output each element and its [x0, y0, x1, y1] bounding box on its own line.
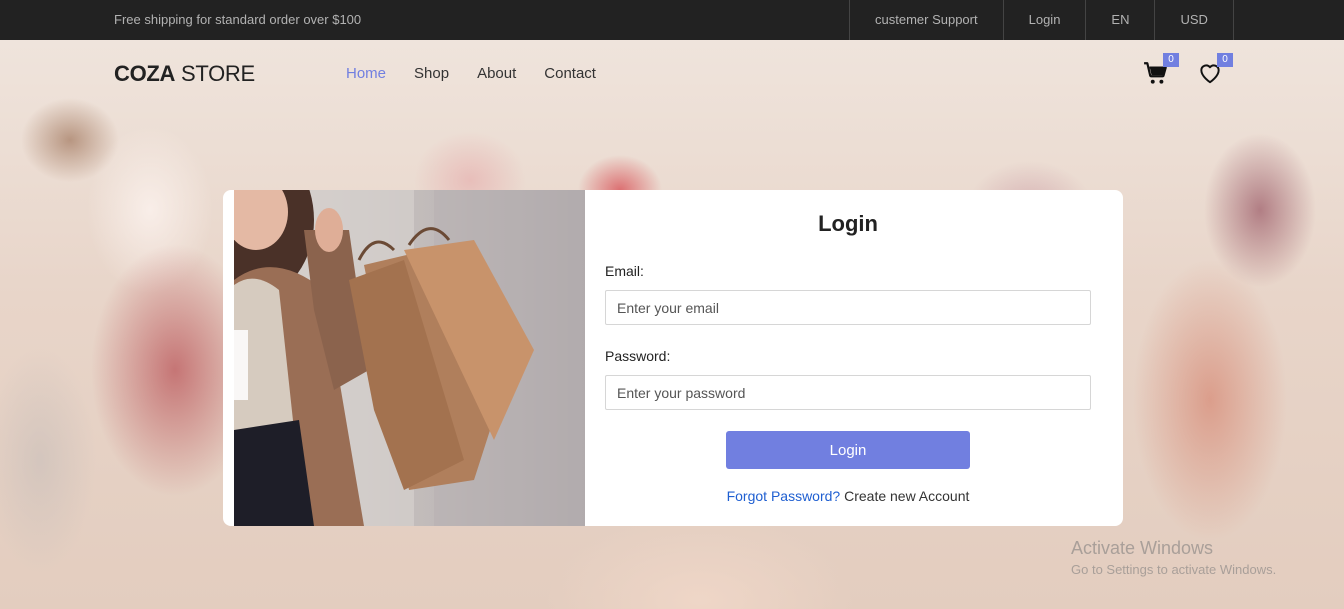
password-field[interactable] — [605, 375, 1091, 410]
wishlist-count-badge: 0 — [1217, 53, 1233, 67]
language-link[interactable]: EN — [1085, 0, 1154, 40]
watermark-subtitle: Go to Settings to activate Windows. — [1071, 562, 1277, 577]
shipping-promo: Free shipping for standard order over $1… — [114, 12, 362, 27]
login-card: Login Email: Password: Login Forgot Pass… — [223, 190, 1123, 526]
login-link[interactable]: Login — [1002, 0, 1086, 40]
nav-about[interactable]: About — [477, 65, 516, 82]
nav-contact[interactable]: Contact — [544, 65, 596, 82]
login-form: Login Email: Password: Login Forgot Pass… — [605, 190, 1091, 526]
main-menu: Home Shop About Contact — [346, 65, 596, 82]
cart-button[interactable]: 0 — [1143, 53, 1179, 86]
forgot-password-link[interactable]: Forgot Password? — [727, 488, 841, 504]
shopping-woman-image — [234, 190, 585, 526]
logo-rest: STORE — [175, 61, 255, 86]
login-submit-button[interactable]: Login — [726, 431, 970, 469]
login-title: Login — [818, 211, 878, 236]
main-navbar: COZA STORE Home Shop About Contact 0 0 — [0, 40, 1344, 106]
email-field[interactable] — [605, 290, 1091, 325]
cart-count-badge: 0 — [1163, 53, 1179, 67]
email-label: Email: — [605, 263, 644, 279]
watermark-title: Activate Windows — [1071, 538, 1214, 558]
top-bar: Free shipping for standard order over $1… — [0, 0, 1344, 40]
wishlist-button[interactable]: 0 — [1197, 53, 1233, 86]
top-bar-links: custemer Support Login EN USD — [849, 0, 1234, 40]
store-logo[interactable]: COZA STORE — [114, 61, 255, 87]
customer-support-link[interactable]: custemer Support — [849, 0, 1003, 40]
shopping-illustration — [234, 190, 585, 526]
logo-bold: COZA — [114, 61, 176, 86]
nav-shop[interactable]: Shop — [414, 65, 449, 82]
nav-home[interactable]: Home — [346, 65, 386, 82]
password-label: Password: — [605, 348, 671, 364]
windows-activation-watermark: Activate Windows Go to Settings to activ… — [1071, 538, 1276, 577]
create-account-link[interactable]: Create new Account — [840, 488, 969, 504]
login-footer-links: Forgot Password? Create new Account — [605, 488, 1091, 504]
currency-link[interactable]: USD — [1154, 0, 1234, 40]
